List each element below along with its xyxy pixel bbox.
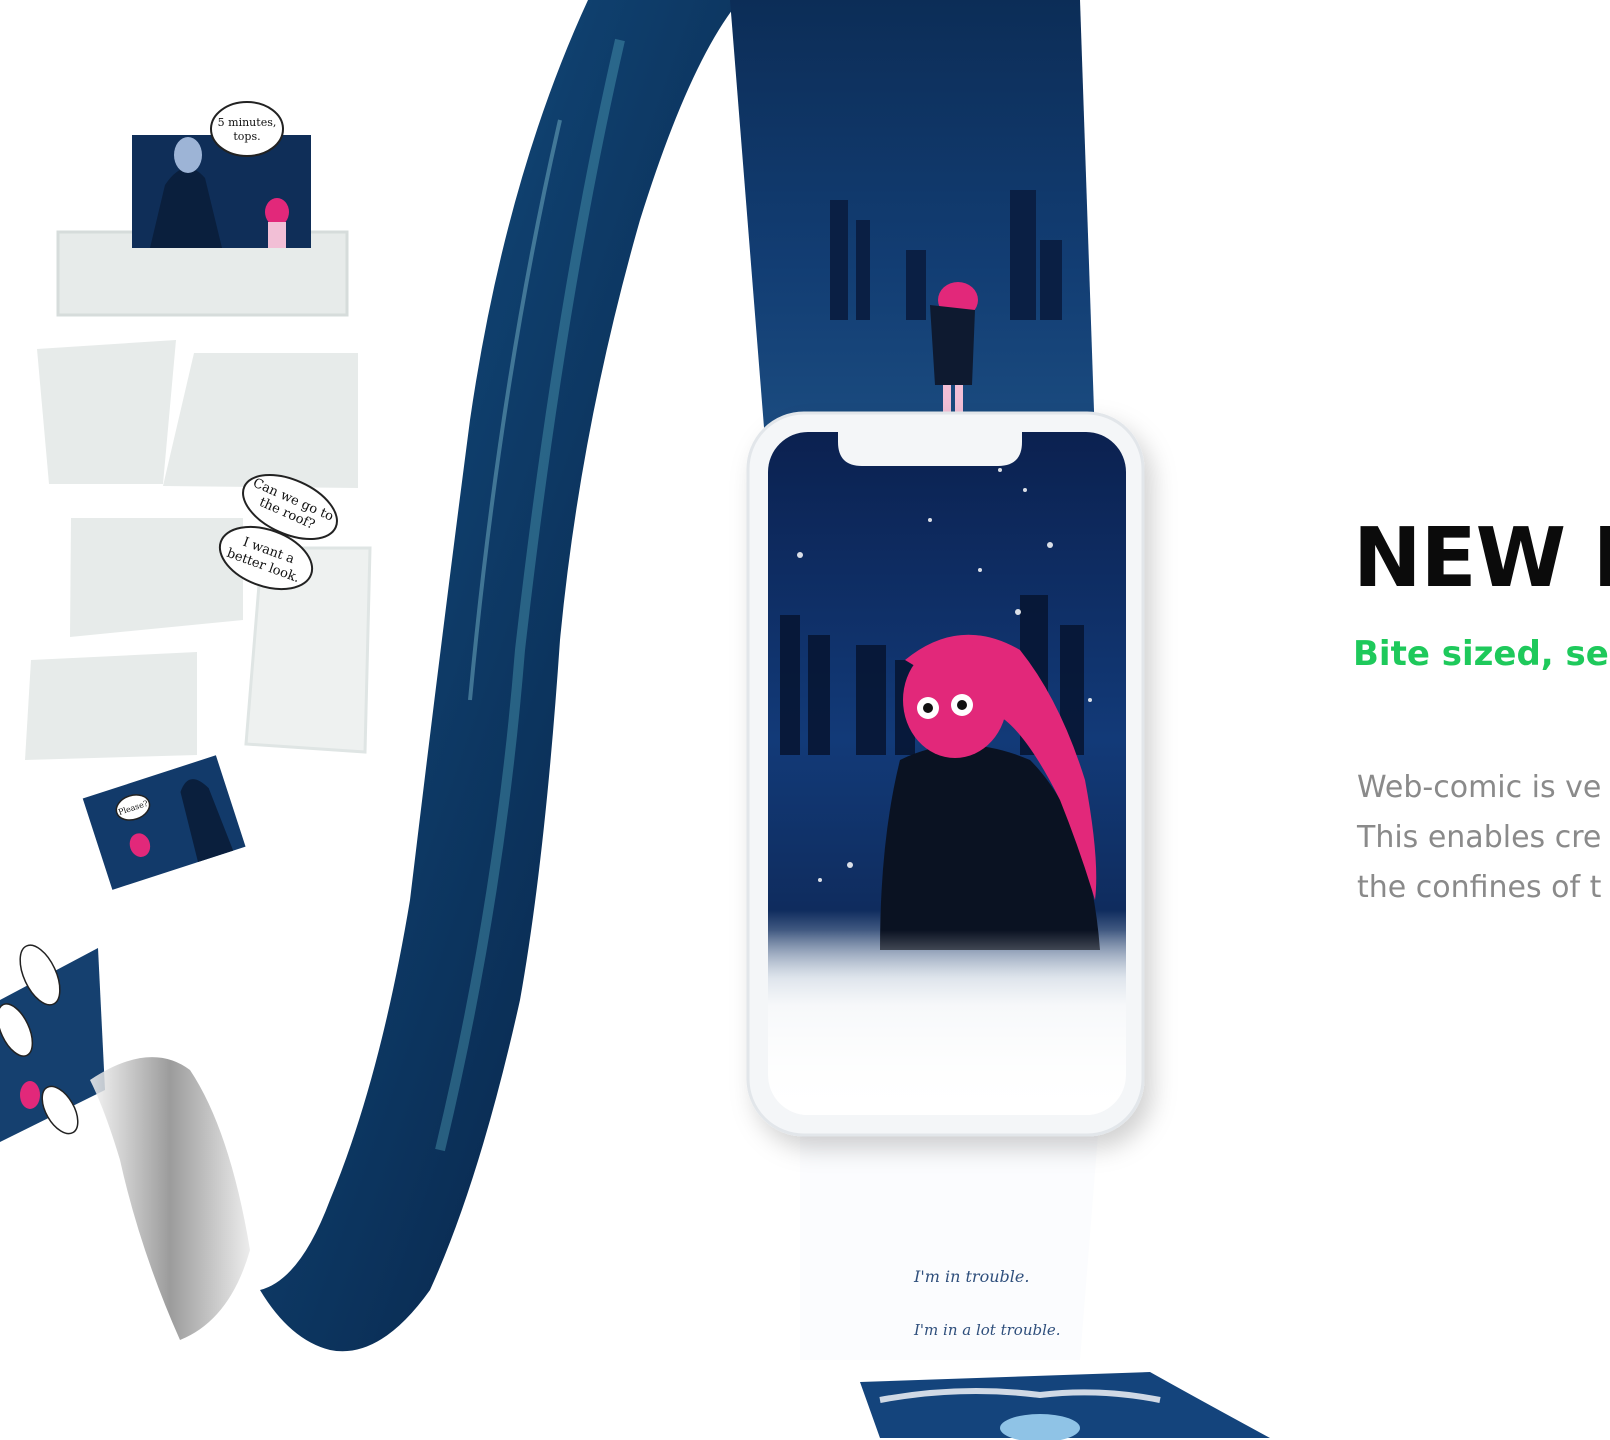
page-title: NEW F	[1353, 511, 1610, 606]
speech-bubble-1: 5 minutes, tops.	[210, 101, 284, 157]
body-text-line-2: This enables cre	[1357, 820, 1602, 855]
body-text-line-1: Web-comic is ve	[1357, 770, 1602, 805]
comic-panel-top	[132, 135, 311, 248]
strip-caption-2: I'm in a lot trouble.	[913, 1321, 1061, 1339]
svg-text:5 minutes,: 5 minutes,	[218, 116, 277, 129]
phone-notch	[838, 432, 1022, 466]
grey-wave-strip	[90, 1057, 250, 1340]
subtitle: Bite sized, ser	[1353, 634, 1610, 674]
strip-caption-1: I'm in trouble.	[913, 1267, 1029, 1286]
comic-panel-bottom-left	[0, 944, 105, 1142]
comic-panel-tilted: Please?	[82, 755, 246, 890]
comic-strip-top	[730, 0, 1095, 440]
hero-text-block: NEW F Bite sized, ser Web-comic is ve Th…	[1353, 0, 1610, 1440]
phone-screen	[768, 432, 1126, 1115]
body-text-line-3: the confines of t	[1357, 870, 1602, 905]
svg-text:tops.: tops.	[233, 130, 260, 143]
